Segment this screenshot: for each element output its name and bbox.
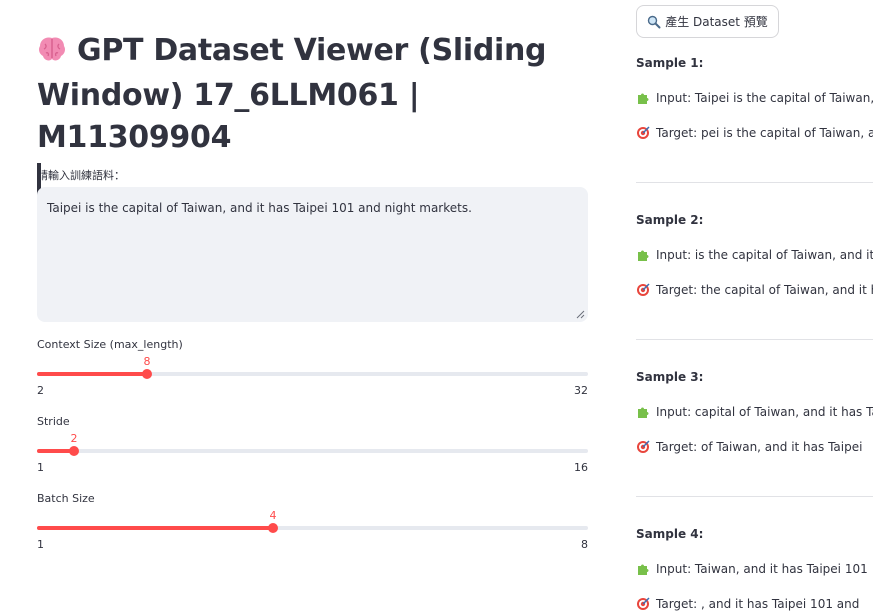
sample-title: Sample 2: xyxy=(636,213,704,227)
sample-target-text: Target: the capital of Taiwan, and it ha… xyxy=(656,283,873,297)
slider-track[interactable] xyxy=(37,449,588,453)
slider-max: 8 xyxy=(581,538,588,551)
slider-thumb[interactable] xyxy=(142,369,152,379)
sample-divider xyxy=(636,339,873,340)
slider-fill xyxy=(37,526,273,530)
slider-value: 4 xyxy=(269,509,277,522)
resize-grip-icon[interactable] xyxy=(576,310,585,319)
slider-label: Context Size (max_length) xyxy=(37,338,183,351)
training-text-value: Taipei is the capital of Taiwan, and it … xyxy=(47,201,472,215)
sample-title: Sample 1: xyxy=(636,56,704,70)
dart-target-icon xyxy=(637,283,650,296)
sample-divider xyxy=(636,496,873,497)
slider-label: Stride xyxy=(37,415,70,428)
sample-target: Target: , and it has Taipei 101 and xyxy=(636,596,873,611)
slider-fill xyxy=(37,372,147,376)
sample-card: Sample 1: Input: Taipei is the capital o… xyxy=(636,55,873,141)
slider-min: 2 xyxy=(37,384,44,397)
sample-card: Sample 4: Input: Taiwan, and it has Taip… xyxy=(636,526,873,611)
slider-max: 16 xyxy=(574,461,588,474)
slider-range: 2 32 xyxy=(37,384,588,397)
sample-card: Sample 3: Input: capital of Taiwan, and … xyxy=(636,369,873,455)
textarea-label: 請輸入訓練語料： xyxy=(37,169,125,182)
slider-min: 1 xyxy=(37,461,44,474)
training-text-area[interactable]: Taipei is the capital of Taiwan, and it … xyxy=(37,187,588,322)
sample-target: Target: of Taiwan, and it has Taipei xyxy=(636,439,873,455)
magnifier-icon xyxy=(647,15,661,28)
brain-icon xyxy=(37,33,67,75)
stride-slider: Stride 2 1 16 xyxy=(37,415,588,474)
puzzle-piece-icon xyxy=(638,407,649,418)
app-page: GPT Dataset Viewer (Sliding Window) 17_6… xyxy=(0,0,873,611)
puzzle-piece-icon xyxy=(638,250,649,261)
slider-max: 32 xyxy=(574,384,588,397)
sample-input-text: Input: capital of Taiwan, and it has Tai xyxy=(656,405,873,419)
sample-target: Target: pei is the capital of Taiwan, an… xyxy=(636,125,873,141)
slider-range: 1 16 xyxy=(37,461,588,474)
slider-control[interactable]: 4 xyxy=(37,506,588,536)
generate-preview-button[interactable]: 產生 Dataset 預覽 xyxy=(636,5,779,38)
slider-min: 1 xyxy=(37,538,44,551)
sample-target-text: Target: pei is the capital of Taiwan, an… xyxy=(656,126,873,140)
dart-target-icon xyxy=(637,126,650,139)
sample-target: Target: the capital of Taiwan, and it ha… xyxy=(636,282,873,298)
sample-input-text: Input: Taiwan, and it has Taipei 101 xyxy=(656,562,868,576)
slider-value: 8 xyxy=(143,355,151,368)
slider-thumb[interactable] xyxy=(268,523,278,533)
sample-title: Sample 3: xyxy=(636,370,704,384)
dart-target-icon xyxy=(637,440,650,453)
sample-card: Sample 2: Input: is the capital of Taiwa… xyxy=(636,212,873,298)
slider-control[interactable]: 2 xyxy=(37,429,588,459)
sample-input: Input: is the capital of Taiwan, and it xyxy=(636,247,873,263)
sample-title: Sample 4: xyxy=(636,527,704,541)
sample-input: Input: Taiwan, and it has Taipei 101 xyxy=(636,561,873,577)
sample-divider xyxy=(636,182,873,183)
sample-input: Input: capital of Taiwan, and it has Tai xyxy=(636,404,873,420)
slider-label: Batch Size xyxy=(37,492,95,505)
puzzle-piece-icon xyxy=(638,93,649,104)
slider-value: 2 xyxy=(70,432,78,445)
sample-target-text: Target: of Taiwan, and it has Taipei xyxy=(656,440,863,454)
dart-target-icon xyxy=(637,597,650,610)
generate-preview-label: 產生 Dataset 預覽 xyxy=(665,15,768,29)
puzzle-piece-icon xyxy=(638,564,649,575)
slider-control[interactable]: 8 xyxy=(37,352,588,382)
context-size-slider: Context Size (max_length) 8 2 32 xyxy=(37,338,588,397)
sample-target-text: Target: , and it has Taipei 101 and xyxy=(656,597,860,611)
page-title-text: GPT Dataset Viewer (Sliding Window) 17_6… xyxy=(37,33,547,155)
sample-input-text: Input: is the capital of Taiwan, and it xyxy=(656,248,873,262)
slider-thumb[interactable] xyxy=(69,446,79,456)
sample-input-text: Input: Taipei is the capital of Taiwan, xyxy=(656,91,873,105)
batch-size-slider: Batch Size 4 1 8 xyxy=(37,492,588,551)
slider-range: 1 8 xyxy=(37,538,588,551)
sample-input: Input: Taipei is the capital of Taiwan, xyxy=(636,90,873,106)
